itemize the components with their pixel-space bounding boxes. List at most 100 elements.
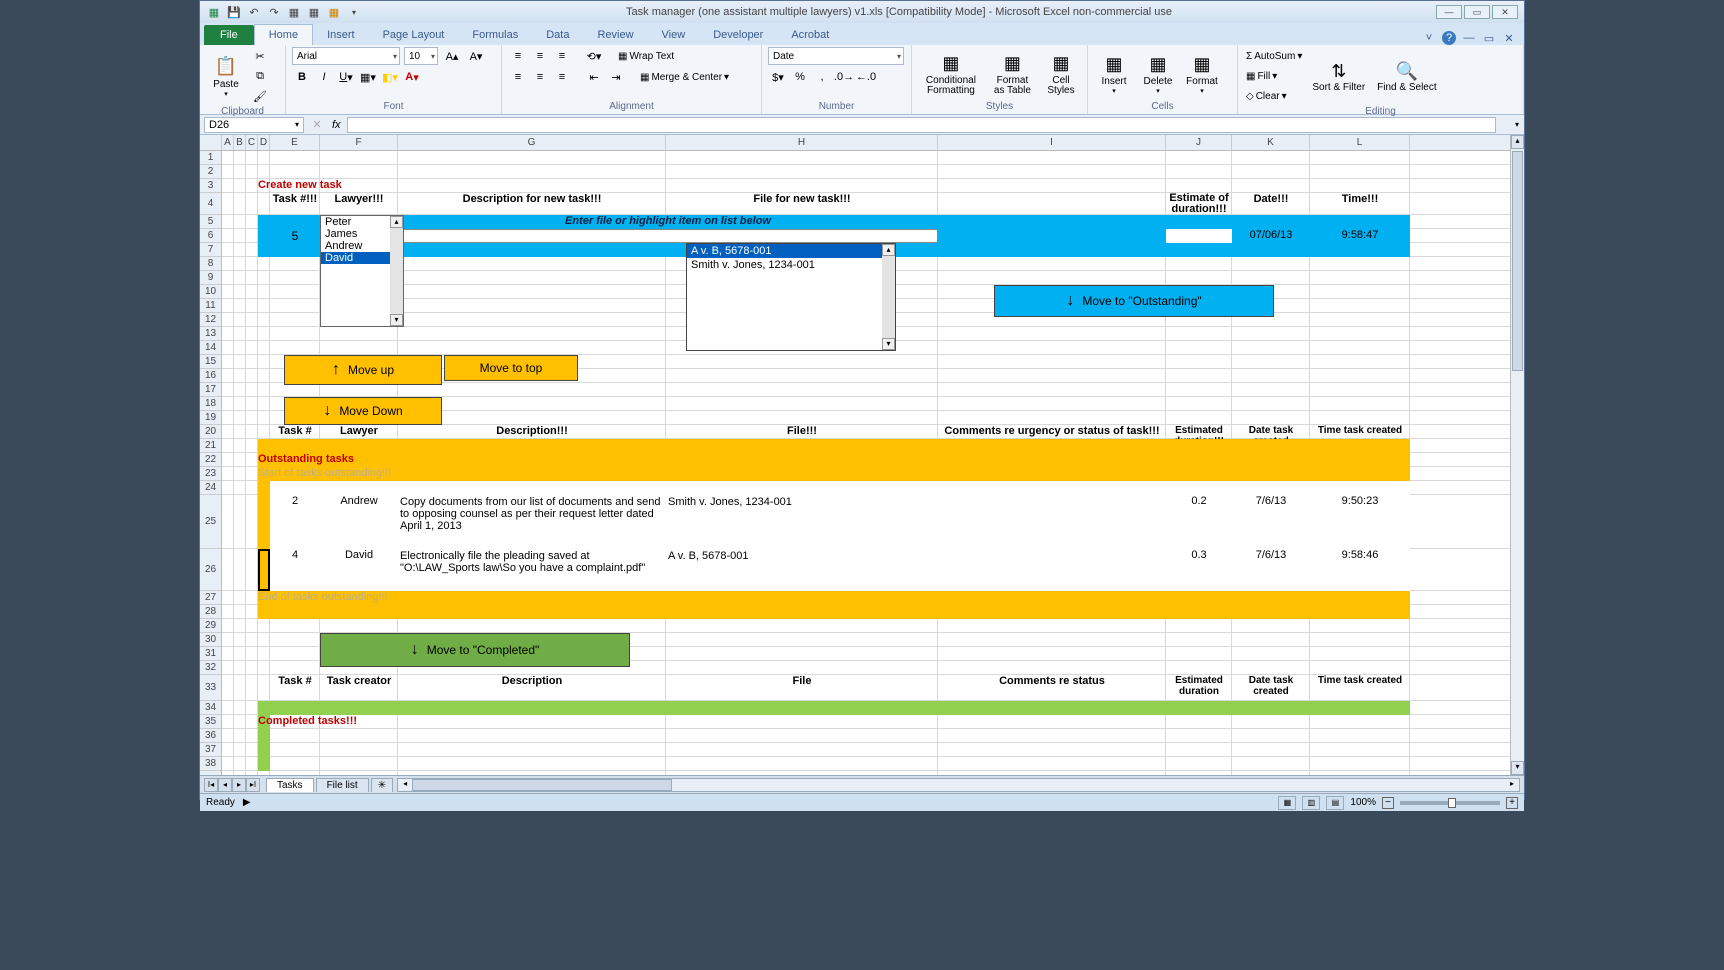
minimize-button[interactable]: — xyxy=(1436,5,1462,19)
move-to-outstanding-button[interactable]: ↓ Move to "Outstanding" xyxy=(994,285,1274,317)
font-size-select[interactable]: 10 xyxy=(404,47,438,65)
sheet-tab-file-list[interactable]: File list xyxy=(316,778,369,792)
row-header[interactable]: 35 xyxy=(200,715,221,729)
row-header[interactable]: 21 xyxy=(200,439,221,453)
col-header[interactable]: G xyxy=(398,135,666,150)
help-icon[interactable]: ? xyxy=(1442,31,1456,45)
find-select-button[interactable]: 🔍Find & Select xyxy=(1373,57,1440,95)
insert-cells-button[interactable]: ▦Insert▾ xyxy=(1094,50,1134,97)
autosum-button[interactable]: Σ AutoSum ▾ xyxy=(1244,47,1304,65)
row-header[interactable]: 13 xyxy=(200,327,221,341)
move-to-top-button[interactable]: Move to top xyxy=(444,355,578,381)
row-header[interactable]: 6 xyxy=(200,229,221,243)
workbook-minimize-icon[interactable]: — xyxy=(1462,31,1476,45)
vertical-scrollbar[interactable]: ▴ ▾ xyxy=(1510,135,1524,775)
normal-view-icon[interactable]: ▦ xyxy=(1278,796,1296,810)
row-header[interactable]: 30 xyxy=(200,633,221,647)
row-header[interactable]: 8 xyxy=(200,257,221,271)
page-break-view-icon[interactable]: ▤ xyxy=(1326,796,1344,810)
decrease-indent-icon[interactable]: ⇤ xyxy=(584,68,604,86)
clear-button[interactable]: ◇ Clear ▾ xyxy=(1244,87,1304,105)
col-header[interactable]: B xyxy=(234,135,246,150)
col-header[interactable]: D xyxy=(258,135,270,150)
formula-bar[interactable] xyxy=(347,117,1496,133)
borders-icon[interactable]: ▦▾ xyxy=(358,68,378,86)
zoom-out-icon[interactable]: − xyxy=(1382,797,1394,809)
move-up-button[interactable]: ↑ Move up xyxy=(284,355,442,385)
paste-button[interactable]: 📋Paste▾ xyxy=(206,53,246,100)
move-down-button[interactable]: ↓ Move Down xyxy=(284,397,442,425)
align-right-icon[interactable]: ≡ xyxy=(552,68,572,86)
select-all[interactable] xyxy=(200,135,222,150)
col-header[interactable]: K xyxy=(1232,135,1310,150)
merge-center-button[interactable]: ▦ Merge & Center ▾ xyxy=(638,68,731,86)
align-top-icon[interactable]: ≡ xyxy=(508,47,528,65)
currency-icon[interactable]: $▾ xyxy=(768,68,788,86)
format-as-table-button[interactable]: ▦Format as Table xyxy=(988,50,1037,98)
tab-developer[interactable]: Developer xyxy=(699,25,777,45)
row-header[interactable]: 5 xyxy=(200,215,221,229)
file-option[interactable]: A v. B, 5678-001 xyxy=(687,244,895,258)
file-listbox[interactable]: A v. B, 5678-001Smith v. Jones, 1234-001… xyxy=(686,243,896,351)
row-header[interactable]: 17 xyxy=(200,383,221,397)
row-header[interactable]: 3 xyxy=(200,179,221,193)
macro-record-icon[interactable]: ▶ xyxy=(243,797,251,808)
row-header[interactable]: 20 xyxy=(200,425,221,439)
align-middle-icon[interactable]: ≡ xyxy=(530,47,550,65)
scroll-thumb[interactable] xyxy=(1512,151,1523,371)
increase-indent-icon[interactable]: ⇥ xyxy=(606,68,626,86)
grow-font-icon[interactable]: A▴ xyxy=(442,47,462,65)
col-header[interactable]: C xyxy=(246,135,258,150)
tab-review[interactable]: Review xyxy=(583,25,647,45)
decrease-decimal-icon[interactable]: ←.0 xyxy=(856,68,876,86)
zoom-level[interactable]: 100% xyxy=(1350,797,1376,808)
horizontal-scrollbar[interactable]: ◂ ▸ xyxy=(397,778,1520,792)
file-tab[interactable]: File xyxy=(204,25,254,45)
hscroll-thumb[interactable] xyxy=(412,779,672,791)
row-header[interactable]: 11 xyxy=(200,299,221,313)
row-header[interactable]: 34 xyxy=(200,701,221,715)
row-header[interactable]: 28 xyxy=(200,605,221,619)
description-input[interactable] xyxy=(398,229,938,243)
format-cells-button[interactable]: ▦Format▾ xyxy=(1182,50,1222,97)
undo-icon[interactable]: ↶ xyxy=(246,4,262,20)
tab-nav-last-icon[interactable]: ▸I xyxy=(246,778,260,792)
zoom-slider[interactable] xyxy=(1400,801,1500,805)
tab-data[interactable]: Data xyxy=(532,25,583,45)
name-box[interactable]: D26▾ xyxy=(204,117,304,133)
row-header[interactable]: 22 xyxy=(200,453,221,467)
shrink-font-icon[interactable]: A▾ xyxy=(466,47,486,65)
cell-styles-button[interactable]: ▦Cell Styles xyxy=(1041,50,1081,98)
increase-decimal-icon[interactable]: .0→ xyxy=(834,68,854,86)
row-header[interactable]: 19 xyxy=(200,411,221,425)
maximize-button[interactable]: ▭ xyxy=(1464,5,1490,19)
font-name-select[interactable]: Arial xyxy=(292,47,400,65)
scroll-right-icon[interactable]: ▸ xyxy=(1505,779,1519,791)
align-bottom-icon[interactable]: ≡ xyxy=(552,47,572,65)
fill-color-icon[interactable]: ◧▾ xyxy=(380,68,400,86)
workbook-restore-icon[interactable]: ▭ xyxy=(1482,31,1496,45)
tab-acrobat[interactable]: Acrobat xyxy=(777,25,843,45)
row-header[interactable]: 25 xyxy=(200,495,221,549)
row-header[interactable]: 10 xyxy=(200,285,221,299)
move-to-completed-button[interactable]: ↓ Move to "Completed" xyxy=(320,633,630,667)
col-header[interactable]: J xyxy=(1166,135,1232,150)
row-header[interactable]: 16 xyxy=(200,369,221,383)
orientation-icon[interactable]: ⟲▾ xyxy=(584,47,604,65)
scroll-down-icon[interactable]: ▾ xyxy=(1511,761,1524,775)
row-header[interactable]: 37 xyxy=(200,743,221,757)
tab-page-layout[interactable]: Page Layout xyxy=(369,25,459,45)
conditional-formatting-button[interactable]: ▦Conditional Formatting xyxy=(918,50,984,98)
tab-home[interactable]: Home xyxy=(254,24,313,45)
row-header[interactable]: 26 xyxy=(200,549,221,591)
tab-nav-next-icon[interactable]: ▸ xyxy=(232,778,246,792)
scroll-left-icon[interactable]: ◂ xyxy=(398,779,412,791)
row-header[interactable]: 27 xyxy=(200,591,221,605)
row-header[interactable]: 1 xyxy=(200,151,221,165)
align-center-icon[interactable]: ≡ xyxy=(530,68,550,86)
qat-item[interactable]: ▦ xyxy=(326,4,342,20)
row-header[interactable]: 18 xyxy=(200,397,221,411)
row-header[interactable]: 29 xyxy=(200,619,221,633)
row-header[interactable]: 9 xyxy=(200,271,221,285)
row-header[interactable]: 15 xyxy=(200,355,221,369)
